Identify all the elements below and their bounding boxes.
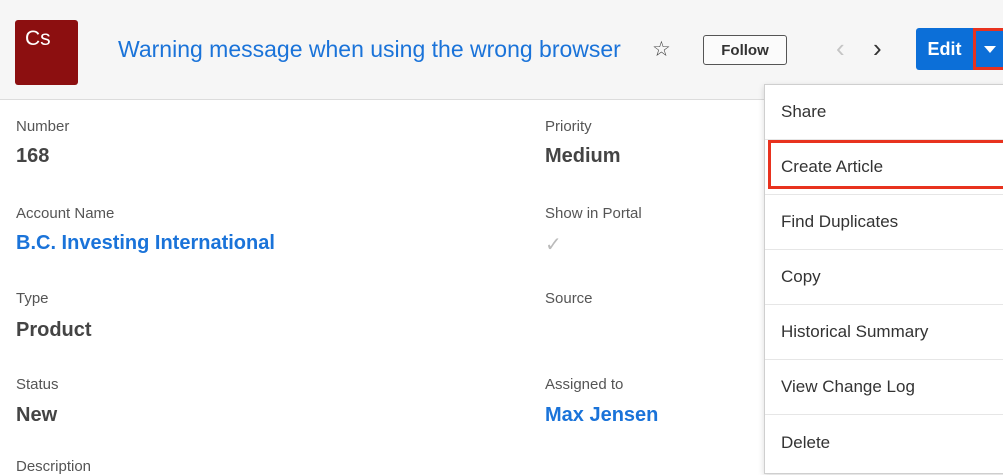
actions-dropdown-toggle[interactable] <box>973 28 1003 70</box>
cases-module-icon: Cs <box>15 20 78 85</box>
description-label: Description <box>16 458 92 475</box>
menu-item-delete[interactable]: Delete <box>765 415 1003 470</box>
menu-item-historical-summary[interactable]: Historical Summary <box>765 305 1003 360</box>
type-label: Type <box>16 290 49 307</box>
menu-item-share[interactable]: Share <box>765 85 1003 140</box>
number-label: Number <box>16 118 70 135</box>
actions-dropdown-menu: Share Create Article Find Duplicates Cop… <box>764 84 1003 474</box>
assigned-to-link[interactable]: Max Jensen <box>545 404 658 427</box>
priority-value: Medium <box>545 145 621 167</box>
follow-button[interactable]: Follow <box>703 35 787 65</box>
show-in-portal-checkbox-icon[interactable]: ✓ <box>545 234 565 256</box>
status-label: Status <box>16 376 59 393</box>
priority-label: Priority <box>545 118 592 135</box>
record-title[interactable]: Warning message when using the wrong bro… <box>118 36 621 63</box>
menu-item-view-change-log[interactable]: View Change Log <box>765 360 1003 415</box>
account-name-label: Account Name <box>16 205 115 222</box>
caret-down-icon <box>983 45 996 53</box>
edit-button[interactable]: Edit <box>916 28 973 70</box>
menu-item-create-article[interactable]: Create Article <box>765 140 1003 195</box>
source-label: Source <box>545 290 593 307</box>
type-value: Product <box>16 319 92 341</box>
next-record-icon[interactable]: › <box>873 33 882 64</box>
previous-record-icon[interactable]: ‹ <box>836 33 845 64</box>
show-in-portal-label: Show in Portal <box>545 205 642 222</box>
menu-item-find-duplicates[interactable]: Find Duplicates <box>765 195 1003 250</box>
favorite-star-icon[interactable]: ☆ <box>652 37 671 62</box>
status-value: New <box>16 404 58 426</box>
menu-item-copy[interactable]: Copy <box>765 250 1003 305</box>
account-name-link[interactable]: B.C. Investing International <box>16 232 275 255</box>
module-abbreviation: Cs <box>25 27 51 50</box>
number-value: 168 <box>16 145 50 167</box>
assigned-to-label: Assigned to <box>545 376 624 393</box>
